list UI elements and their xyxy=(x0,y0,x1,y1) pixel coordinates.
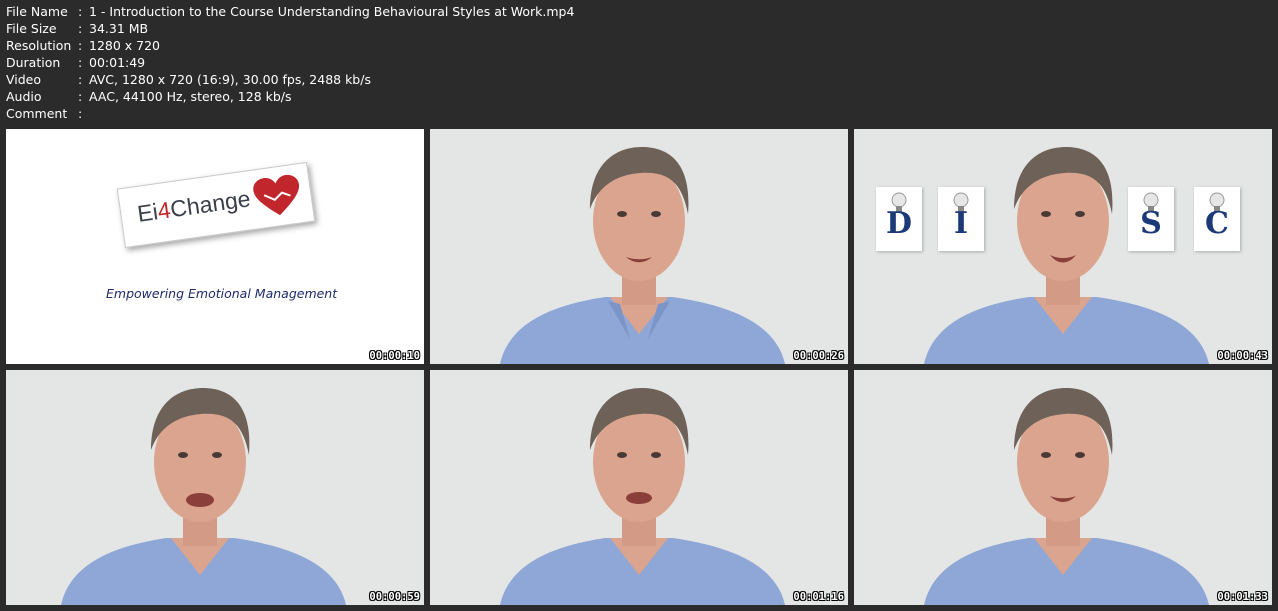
timestamp-label: 00:01:33 xyxy=(1217,591,1268,603)
meta-key: Audio xyxy=(6,89,42,104)
file-name-row: File Name : 1 - Introduction to the Cour… xyxy=(6,3,574,20)
meta-value: 1280 x 720 xyxy=(89,38,161,53)
meta-separator: : xyxy=(78,106,83,121)
video-thumbnail[interactable]: 00:01:33 xyxy=(854,370,1272,605)
timestamp-label: 00:00:26 xyxy=(793,350,844,362)
meta-separator: : xyxy=(78,4,83,19)
disc-letter: D xyxy=(885,206,912,241)
disc-letter: C xyxy=(1205,206,1229,241)
duration-row: Duration : 00:01:49 xyxy=(6,54,574,71)
thumbnail-grid: Ei4Change Empowering Emotional Managemen… xyxy=(6,129,1272,605)
video-thumbnail[interactable]: 00:00:26 xyxy=(430,129,848,364)
comment-row: Comment : xyxy=(6,105,574,122)
meta-key: Comment xyxy=(6,106,68,121)
timestamp-label: 00:00:10 xyxy=(369,350,420,362)
disc-letter: S xyxy=(1140,206,1162,241)
video-row: Video : AVC, 1280 x 720 (16:9), 30.00 fp… xyxy=(6,71,574,88)
logo-text-c: Change xyxy=(168,185,253,223)
presenter-image xyxy=(61,388,346,605)
video-thumbnail[interactable]: 00:01:16 xyxy=(430,370,848,605)
disc-letter: I xyxy=(953,206,969,241)
meta-key: Video xyxy=(6,72,42,87)
disc-card-i: I xyxy=(938,187,984,251)
meta-separator: : xyxy=(78,72,83,87)
meta-key: File Name xyxy=(6,4,68,19)
timestamp-label: 00:00:43 xyxy=(1217,350,1268,362)
disc-card-c: C xyxy=(1194,187,1240,251)
logo-wordmark: Ei4Change xyxy=(136,185,252,228)
meta-key: Resolution xyxy=(6,38,72,53)
brand-logo: Ei4Change xyxy=(116,161,316,249)
file-size-row: File Size : 34.31 MB xyxy=(6,20,574,37)
presenter-image xyxy=(500,147,785,364)
meta-separator: : xyxy=(78,38,83,53)
audio-row: Audio : AAC, 44100 Hz, stereo, 128 kb/s xyxy=(6,88,574,105)
video-thumbnail[interactable]: Ei4Change Empowering Emotional Managemen… xyxy=(6,129,424,364)
meta-value: 00:01:49 xyxy=(89,55,146,70)
handshake-heart-icon xyxy=(253,174,299,216)
meta-separator: : xyxy=(78,21,83,36)
meta-value: AVC, 1280 x 720 (16:9), 30.00 fps, 2488 … xyxy=(89,72,371,87)
meta-key: Duration xyxy=(6,55,61,70)
meta-value: 1 - Introduction to the Course Understan… xyxy=(89,4,575,19)
presenter-image xyxy=(500,388,785,605)
meta-separator: : xyxy=(78,89,83,104)
meta-key: File Size xyxy=(6,21,57,36)
meta-value: AAC, 44100 Hz, stereo, 128 kb/s xyxy=(89,89,292,104)
timestamp-label: 00:00:59 xyxy=(369,591,420,603)
presenter-image xyxy=(924,388,1209,605)
timestamp-label: 00:01:16 xyxy=(793,591,844,603)
disc-card-d: D xyxy=(876,187,922,251)
meta-separator: : xyxy=(78,55,83,70)
resolution-row: Resolution : 1280 x 720 xyxy=(6,37,574,54)
video-thumbnail[interactable]: D I S C 00:00:43 xyxy=(854,129,1272,364)
video-thumbnail[interactable]: 00:00:59 xyxy=(6,370,424,605)
file-info-panel: File Name : 1 - Introduction to the Cour… xyxy=(6,3,574,122)
meta-value: 34.31 MB xyxy=(89,21,149,36)
logo-tagline: Empowering Emotional Management xyxy=(106,286,338,301)
disc-card-s: S xyxy=(1128,187,1174,251)
